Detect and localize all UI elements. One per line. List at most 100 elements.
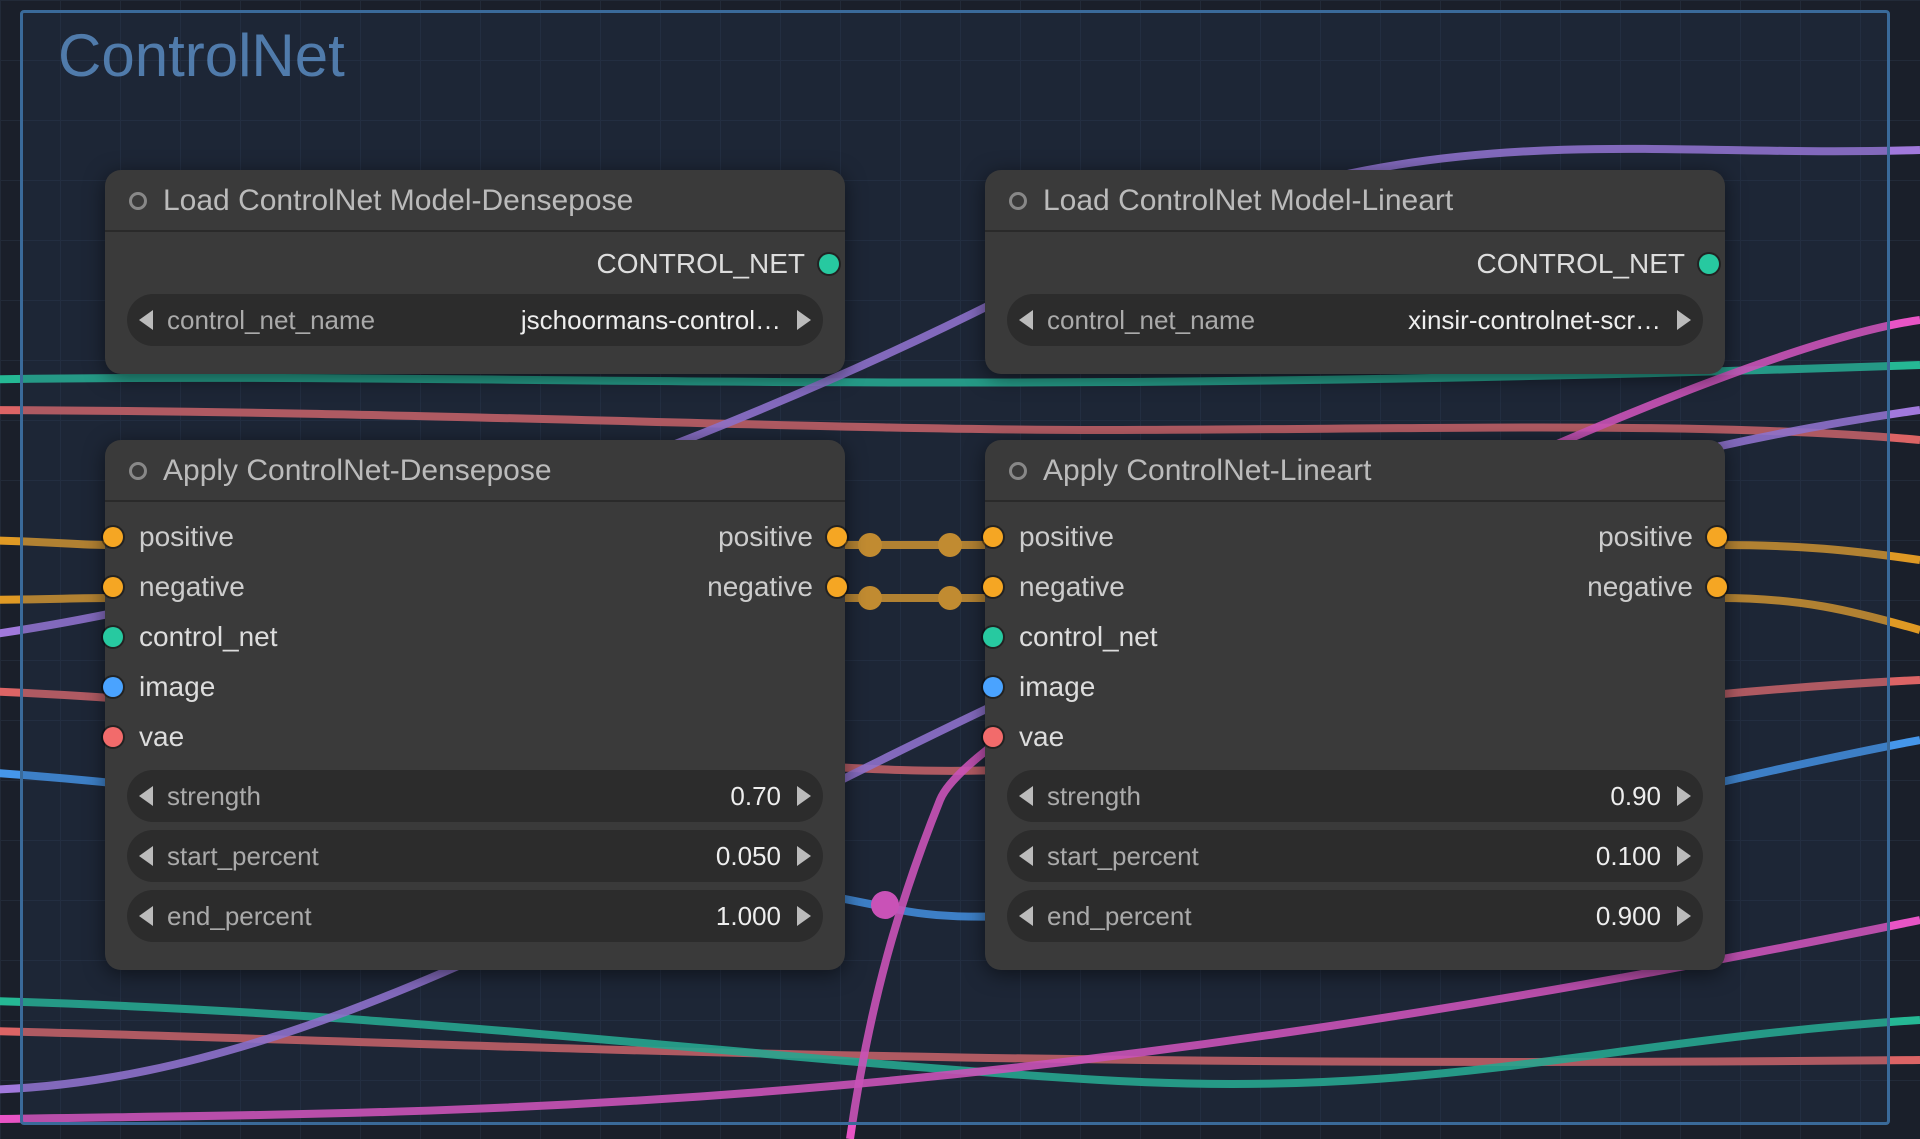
node-title: Apply ControlNet-Densepose [163,454,552,488]
node-header[interactable]: Load ControlNet Model-Densepose [105,170,845,232]
port-icon[interactable] [103,677,123,697]
widget-label: strength [1047,781,1141,812]
widget-control-net-name[interactable]: control_net_name xinsir-controlnet-scr… [1007,294,1703,346]
group-title: ControlNet [58,21,345,90]
widget-value: 0.100 [1596,841,1661,872]
input-positive-label: positive [139,521,234,553]
node-header[interactable]: Apply ControlNet-Densepose [105,440,845,502]
port-icon[interactable] [983,677,1003,697]
node-title: Load ControlNet Model-Lineart [1043,184,1453,218]
widget-label: end_percent [167,901,312,932]
row-positive: positive positive [105,512,845,562]
chevron-right-icon[interactable] [1677,310,1691,330]
chevron-left-icon[interactable] [1019,310,1033,330]
chevron-left-icon[interactable] [1019,846,1033,866]
chevron-right-icon[interactable] [797,906,811,926]
chevron-right-icon[interactable] [1677,846,1691,866]
input-control-net[interactable]: control_net [985,612,1725,662]
node-title: Load ControlNet Model-Densepose [163,184,633,218]
widget-label: control_net_name [1047,305,1255,336]
widget-control-net-name[interactable]: control_net_name jschoormans-control… [127,294,823,346]
chevron-right-icon[interactable] [1677,786,1691,806]
widget-label: start_percent [1047,841,1199,872]
input-image[interactable]: image [985,662,1725,712]
widget-value: 1.000 [716,901,781,932]
input-label: image [1019,671,1095,703]
chevron-left-icon[interactable] [1019,906,1033,926]
port-icon[interactable] [827,577,847,597]
input-positive-label: positive [1019,521,1114,553]
widget-strength[interactable]: strength 0.90 [1007,770,1703,822]
port-icon[interactable] [1699,254,1719,274]
input-label: vae [139,721,184,753]
node-header[interactable]: Apply ControlNet-Lineart [985,440,1725,502]
chevron-left-icon[interactable] [1019,786,1033,806]
input-negative-label: negative [139,571,245,603]
widget-end-percent[interactable]: end_percent 0.900 [1007,890,1703,942]
input-label: control_net [139,621,278,653]
output-control-net[interactable]: CONTROL_NET [105,242,845,286]
port-icon[interactable] [983,577,1003,597]
node-apply-controlnet-densepose[interactable]: Apply ControlNet-Densepose positive posi… [105,440,845,970]
output-negative-label: negative [707,571,813,603]
widget-value: 0.900 [1596,901,1661,932]
widget-value: 0.050 [716,841,781,872]
chevron-left-icon[interactable] [139,310,153,330]
widget-start-percent[interactable]: start_percent 0.100 [1007,830,1703,882]
output-positive-label: positive [718,521,813,553]
node-header[interactable]: Load ControlNet Model-Lineart [985,170,1725,232]
output-control-net[interactable]: CONTROL_NET [985,242,1725,286]
node-load-controlnet-densepose[interactable]: Load ControlNet Model-Densepose CONTROL_… [105,170,845,374]
widget-label: control_net_name [167,305,375,336]
port-icon[interactable] [983,627,1003,647]
chevron-right-icon[interactable] [1677,906,1691,926]
node-load-controlnet-lineart[interactable]: Load ControlNet Model-Lineart CONTROL_NE… [985,170,1725,374]
port-icon[interactable] [827,527,847,547]
widget-value: 0.90 [1610,781,1661,812]
port-icon[interactable] [103,727,123,747]
widget-label: start_percent [167,841,319,872]
row-negative: negative negative [985,562,1725,612]
node-apply-controlnet-lineart[interactable]: Apply ControlNet-Lineart positive positi… [985,440,1725,970]
port-icon[interactable] [103,527,123,547]
input-image[interactable]: image [105,662,845,712]
port-icon[interactable] [1707,527,1727,547]
widget-end-percent[interactable]: end_percent 1.000 [127,890,823,942]
port-icon[interactable] [983,527,1003,547]
widget-value: 0.70 [730,781,781,812]
input-label: image [139,671,215,703]
input-vae[interactable]: vae [105,712,845,762]
widget-strength[interactable]: strength 0.70 [127,770,823,822]
port-icon[interactable] [819,254,839,274]
chevron-left-icon[interactable] [139,786,153,806]
chevron-right-icon[interactable] [797,786,811,806]
chevron-left-icon[interactable] [139,846,153,866]
widget-label: strength [167,781,261,812]
input-vae[interactable]: vae [985,712,1725,762]
input-control-net[interactable]: control_net [105,612,845,662]
collapse-icon[interactable] [129,192,147,210]
input-label: vae [1019,721,1064,753]
node-title: Apply ControlNet-Lineart [1043,454,1372,488]
input-negative-label: negative [1019,571,1125,603]
output-label: CONTROL_NET [597,248,805,280]
collapse-icon[interactable] [129,462,147,480]
widget-value: xinsir-controlnet-scr… [1408,305,1661,336]
row-negative: negative negative [105,562,845,612]
chevron-right-icon[interactable] [797,846,811,866]
port-icon[interactable] [103,577,123,597]
widget-label: end_percent [1047,901,1192,932]
output-label: CONTROL_NET [1477,248,1685,280]
chevron-left-icon[interactable] [139,906,153,926]
widget-start-percent[interactable]: start_percent 0.050 [127,830,823,882]
port-icon[interactable] [103,627,123,647]
row-positive: positive positive [985,512,1725,562]
chevron-right-icon[interactable] [797,310,811,330]
port-icon[interactable] [983,727,1003,747]
port-icon[interactable] [1707,577,1727,597]
input-label: control_net [1019,621,1158,653]
output-negative-label: negative [1587,571,1693,603]
output-positive-label: positive [1598,521,1693,553]
collapse-icon[interactable] [1009,192,1027,210]
collapse-icon[interactable] [1009,462,1027,480]
